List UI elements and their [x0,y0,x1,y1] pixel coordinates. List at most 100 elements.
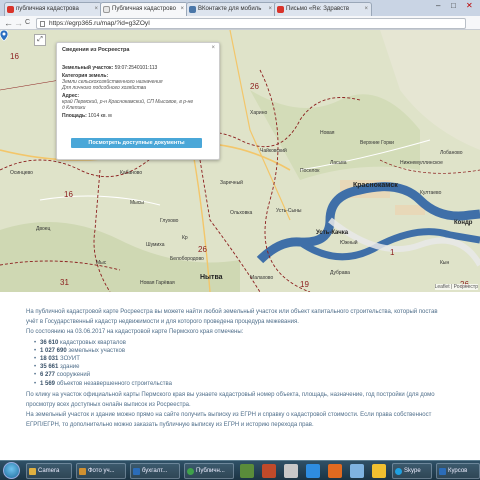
place-label: Шумиха [146,242,165,248]
close-tab-icon[interactable]: × [364,3,368,15]
app-icon[interactable] [306,464,320,478]
taskbar-label: бухгалт... [142,468,168,474]
tab-label: Публичная кадастрово [112,6,176,12]
taskbar-label: Публичн... [196,468,225,474]
browser-nav-bar: ← → C https://egrp365.ru/map/?id=g3ZOyI [0,16,480,30]
url-text: https://egrp365.ru/map/?id=g3ZOyI [49,20,150,27]
back-button[interactable]: ← [4,17,13,29]
district-number: 26 [250,82,259,91]
reload-button[interactable]: C [25,17,30,29]
place-label: Новая Гарёвая [140,280,175,286]
browser-tab-3[interactable]: ВКонтакте для мобиль × [186,2,276,16]
place-label: Кабаново [120,170,143,176]
address-bar[interactable]: https://egrp365.ru/map/?id=g3ZOyI [36,18,466,29]
address-value: д Клепики [62,105,86,111]
taskbar-label: Skype [404,468,421,474]
district-number: 16 [64,190,73,199]
city-label: Нытва [200,274,223,281]
address-row: Адрес: край Пермский, р-н Краснокамский,… [62,93,214,111]
forward-button[interactable]: → [14,17,23,29]
district-number: 1 [390,248,395,257]
place-label: Ласьва [330,160,347,166]
word-icon [439,468,446,475]
list-item: 35 661 здание [34,363,480,371]
app-icon[interactable] [284,464,298,478]
browser-tab-bar: публичная кадастрова × Публичная кадастр… [0,0,480,16]
info-text: ЕГРП/ЕГРН, то дополнительно можно заказа… [26,422,314,429]
place-label: Белобородово [170,256,204,262]
stat-value: 1 027 690 [40,347,67,354]
place-label: Дубрава [330,270,350,276]
place-label: Мысы [130,200,144,206]
app-icon[interactable] [372,464,386,478]
windows-taskbar: Camera Фото уч... бухгалт... Публичн... … [0,460,480,480]
intro-text: учёт в Государственный кадастр недвижимо… [26,319,299,326]
place-label: Заречный [220,180,243,186]
location-marker-icon[interactable] [0,30,8,41]
list-item: 1 569 объектов незавершенного строительс… [34,380,480,388]
cadastral-map[interactable]: ⤢ 16 26 16 26 31 1 19 26 Краснокамск Уст… [0,30,480,292]
view-documents-button[interactable]: Посмотреть доступные документы [71,138,202,148]
yandex-icon [7,6,14,13]
place-label: Усть-Сыны [276,208,302,214]
mail-icon [277,6,284,13]
place-label: Новая [320,130,335,136]
taskbar-item-kursovaya[interactable]: Курсов [436,463,480,479]
close-icon[interactable]: × [211,45,215,51]
stat-label: объектов незавершенного строительства [56,380,172,387]
app-icon[interactable] [328,464,342,478]
app-icon[interactable] [262,464,276,478]
place-label: Южный [340,240,358,246]
use-value: Для личного подсобного хозяйства [62,85,147,91]
browser-tab-4[interactable]: Письмо «Re: Здравств × [274,2,372,16]
stat-label: ЗОУИТ [60,356,80,363]
app-icon[interactable] [240,464,254,478]
place-label: Нижнемуллинское [400,160,443,166]
taskbar-item-word[interactable]: бухгалт... [130,463,180,479]
stats-list: 36 610 кадастровых кварталов 1 027 690 з… [34,339,480,388]
close-window-button[interactable]: ✕ [466,1,473,10]
info-text: По клику на участок официальной карты Пе… [26,391,435,398]
skype-icon [395,468,402,475]
close-tab-icon[interactable]: × [94,3,98,15]
taskbar-label: Camera [38,468,60,474]
stat-value: 18 031 [40,356,59,363]
taskbar-label: Курсов [448,468,468,474]
start-button[interactable] [3,462,20,479]
taskbar-item-camera[interactable]: Camera [26,463,72,479]
minimize-button[interactable]: – [436,1,440,10]
taskbar-item-photos[interactable]: Фото уч... [76,463,126,479]
place-label: Харино [250,110,268,116]
district-number: 31 [60,278,69,287]
fullscreen-icon[interactable]: ⤢ [34,34,46,46]
tab-label: ВКонтакте для мобиль [198,6,262,12]
stat-label: кадастровых кварталов [60,339,126,346]
close-tab-icon[interactable]: × [180,3,184,15]
stat-value: 36 610 [40,339,59,346]
map-attribution[interactable]: Leaflet | Росреестр [434,284,478,290]
district-number: 19 [300,280,309,289]
popup-title: Сведения из Росреестра [62,47,130,53]
place-label: Малахово [250,275,274,281]
list-item: 6 277 сооружений [34,371,480,379]
stat-value: 35 661 [40,364,59,371]
close-tab-icon[interactable]: × [268,3,272,15]
page-content: На публичной кадастровой карте Росреестр… [0,292,480,460]
browser-tab-1[interactable]: публичная кадастрова × [4,2,102,16]
taskbar-item-chrome[interactable]: Публичн... [184,463,234,479]
cadastral-number: 59:07:2540101:113 [114,65,158,71]
place-label: Глухово [160,218,179,224]
list-item: 18 031 ЗОУИТ [34,355,480,363]
taskbar-item-skype[interactable]: Skype [392,463,432,479]
browser-tab-2[interactable]: Публичная кадастрово × [100,2,188,16]
tab-label: публичная кадастрова [16,6,79,12]
maximize-button[interactable]: □ [451,1,456,10]
field-label: Площадь: [62,113,87,119]
page-info-icon[interactable] [40,21,45,27]
folder-icon [79,468,86,475]
city-label: Кондр [454,220,473,226]
list-item: 1 027 690 земельных участков [34,347,480,355]
parcel-row: Земельный участок: 59:07:2540101:113 [62,65,214,71]
vk-icon [189,6,196,13]
app-icon[interactable] [350,464,364,478]
